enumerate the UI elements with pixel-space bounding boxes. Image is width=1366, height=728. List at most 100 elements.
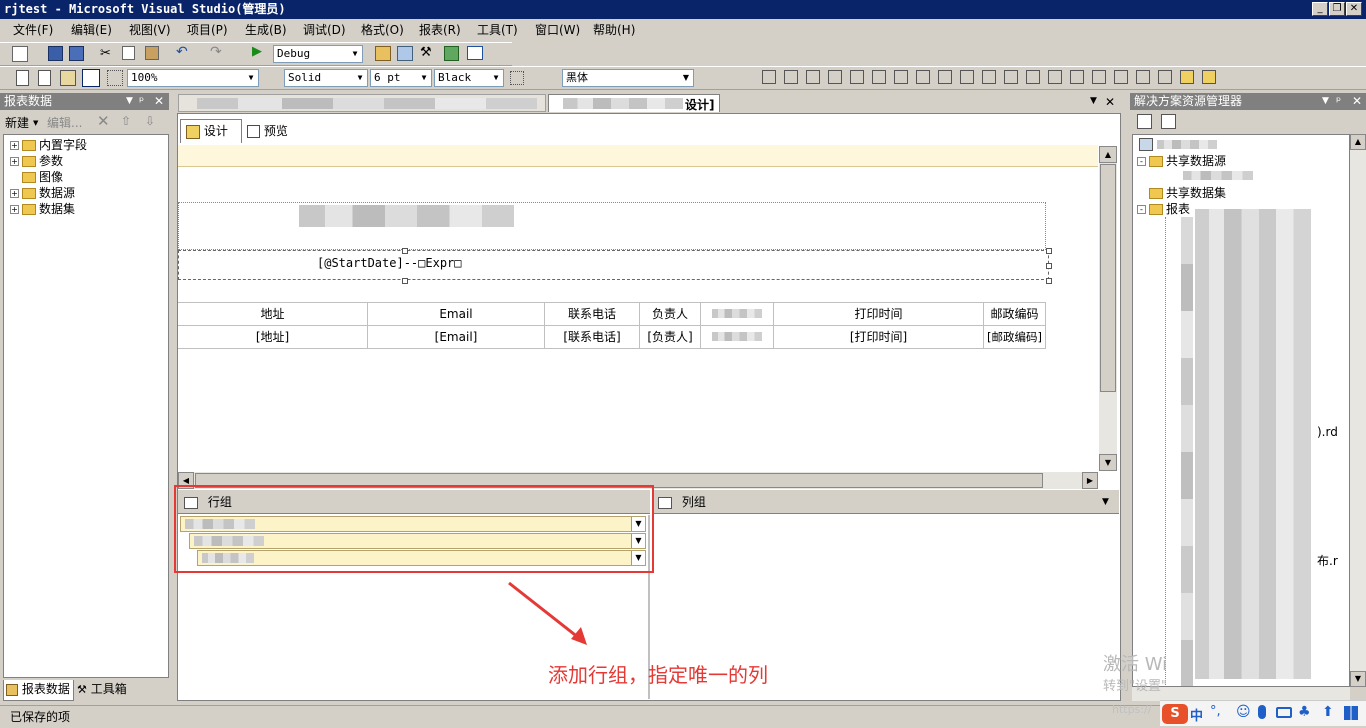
- menu-edit[interactable]: 编辑(E): [71, 21, 112, 39]
- hspace-remove-icon[interactable]: [1026, 70, 1040, 84]
- new-button[interactable]: 新建: [5, 114, 29, 131]
- pin-icon[interactable]: ᵖ: [139, 93, 144, 110]
- show-all-files-icon[interactable]: [1161, 114, 1176, 129]
- tree-item-shared-datasources[interactable]: - 共享数据源: [1137, 153, 1226, 169]
- scroll-up-icon[interactable]: ▲: [1099, 146, 1117, 163]
- menu-view[interactable]: 视图(V): [129, 21, 171, 39]
- find-icon[interactable]: [375, 46, 391, 61]
- dropdown-icon[interactable]: ▼: [1322, 93, 1329, 110]
- collapse-icon[interactable]: -: [1137, 205, 1146, 214]
- date-textbox[interactable]: [@StartDate]--□Expr□: [178, 248, 1052, 284]
- align-top-icon[interactable]: [828, 70, 842, 84]
- same-height-icon[interactable]: [916, 70, 930, 84]
- menu-file[interactable]: 文件(F): [13, 21, 53, 39]
- solution-config-select[interactable]: Debug ▼: [273, 45, 363, 63]
- expand-icon[interactable]: +: [10, 157, 19, 166]
- tree-item-reports[interactable]: - 报表: [1137, 201, 1190, 217]
- edit-button[interactable]: 编辑...: [47, 114, 82, 131]
- move-up-icon[interactable]: ⇧: [121, 114, 131, 128]
- align-right-icon[interactable]: [806, 70, 820, 84]
- tree-item-images[interactable]: 图像: [22, 169, 63, 185]
- menu-window[interactable]: 窗口(W): [535, 21, 580, 39]
- doc-tab-1[interactable]: [178, 94, 546, 112]
- header-cell[interactable]: 打印时间: [774, 303, 984, 326]
- align-center-icon[interactable]: [784, 70, 798, 84]
- expand-icon[interactable]: +: [10, 141, 19, 150]
- line-color-select[interactable]: Black ▼: [434, 69, 504, 87]
- ruler-icon[interactable]: [107, 70, 123, 86]
- tree-item-datasources[interactable]: + 数据源: [10, 185, 75, 201]
- report-icon[interactable]: [38, 70, 51, 86]
- redo-icon[interactable]: ↷: [210, 44, 222, 60]
- ime-mode[interactable]: 中: [1190, 705, 1203, 724]
- close-icon[interactable]: ✕: [154, 93, 164, 110]
- send-back-icon[interactable]: [1202, 70, 1216, 84]
- expand-icon[interactable]: +: [10, 189, 19, 198]
- vspace-equal-icon[interactable]: [1048, 70, 1062, 84]
- new-project-icon[interactable]: [12, 46, 28, 62]
- align-middle-icon[interactable]: [850, 70, 864, 84]
- undo-icon[interactable]: ↶: [176, 44, 188, 60]
- tree-item-parameters[interactable]: + 参数: [10, 153, 63, 169]
- resize-handle[interactable]: [1046, 263, 1052, 269]
- menu-build[interactable]: 生成(B): [245, 21, 287, 39]
- value-cell[interactable]: [Email]: [368, 326, 545, 349]
- hspace-decrease-icon[interactable]: [1004, 70, 1018, 84]
- tree-item-datasets[interactable]: + 数据集: [10, 201, 75, 217]
- close-icon[interactable]: ✕: [1352, 93, 1362, 110]
- value-cell-redacted[interactable]: [701, 326, 774, 349]
- save-all-icon[interactable]: [69, 46, 84, 61]
- header-cell[interactable]: Email: [368, 303, 545, 326]
- same-width-icon[interactable]: [894, 70, 908, 84]
- project-icon[interactable]: [1139, 138, 1153, 151]
- close-button[interactable]: ✕: [1346, 2, 1362, 16]
- scroll-thumb[interactable]: [1100, 164, 1116, 392]
- header-cell[interactable]: 地址: [178, 303, 368, 326]
- punct-mode[interactable]: °,: [1210, 704, 1221, 719]
- sogou-icon[interactable]: S: [1162, 704, 1188, 724]
- doc-dropdown-icon[interactable]: ▼: [1090, 96, 1097, 106]
- menu-format[interactable]: 格式(O): [361, 21, 404, 39]
- skin-icon[interactable]: ♣: [1298, 704, 1311, 720]
- resize-handle[interactable]: [1046, 278, 1052, 284]
- solution-vscrollbar[interactable]: ▲ ▼: [1350, 134, 1366, 687]
- tree-item-builtin-fields[interactable]: + 内置字段: [10, 137, 87, 153]
- center-vertical-icon[interactable]: [1158, 70, 1172, 84]
- delete-icon[interactable]: ✕: [97, 112, 110, 130]
- page-icon[interactable]: [16, 70, 29, 86]
- menu-report[interactable]: 报表(R): [419, 21, 461, 39]
- doc-tab-active[interactable]: 设计]: [548, 94, 720, 112]
- center-horizontal-icon[interactable]: [1136, 70, 1150, 84]
- grouping-toggle-icon[interactable]: [82, 69, 100, 87]
- resize-handle[interactable]: [1046, 248, 1052, 254]
- value-cell[interactable]: [负责人]: [640, 326, 701, 349]
- save-icon[interactable]: [48, 46, 63, 61]
- zoom-select[interactable]: 100% ▼: [127, 69, 259, 87]
- cut-icon[interactable]: ✂: [100, 46, 111, 61]
- expand-icon[interactable]: +: [10, 205, 19, 214]
- new-dropdown-icon[interactable]: ▼: [33, 119, 38, 127]
- import-icon[interactable]: [444, 46, 459, 61]
- restore-button[interactable]: ❐: [1329, 2, 1345, 16]
- tab-report-data[interactable]: 报表数据: [3, 680, 74, 701]
- header-cell[interactable]: 负责人: [640, 303, 701, 326]
- dropdown-icon[interactable]: ▼: [126, 93, 133, 110]
- minimize-button[interactable]: _: [1312, 2, 1328, 16]
- update-icon[interactable]: ⬆: [1322, 704, 1334, 720]
- window-icon[interactable]: [467, 46, 483, 60]
- hspace-equal-icon[interactable]: [960, 70, 974, 84]
- move-down-icon[interactable]: ⇩: [145, 114, 155, 128]
- mic-icon[interactable]: [1258, 705, 1266, 719]
- font-select[interactable]: 黑体 ▼: [562, 69, 694, 87]
- tab-toolbox[interactable]: ⚒ 工具箱: [75, 680, 137, 701]
- resize-handle[interactable]: [402, 278, 408, 284]
- value-cell[interactable]: [地址]: [178, 326, 368, 349]
- scroll-up-icon[interactable]: ▲: [1350, 134, 1366, 150]
- header-cell[interactable]: 邮政编码: [984, 303, 1046, 326]
- vertical-scrollbar[interactable]: ▲ ▼: [1099, 146, 1117, 471]
- report-table[interactable]: 地址 Email 联系电话 负责人 打印时间 邮政编码 [地址] [Email]…: [178, 302, 1046, 349]
- value-cell[interactable]: [邮政编码]: [984, 326, 1046, 349]
- keyboard-icon[interactable]: [1276, 707, 1292, 718]
- hspace-increase-icon[interactable]: [982, 70, 996, 84]
- emoji-icon[interactable]: ☺: [1236, 704, 1251, 720]
